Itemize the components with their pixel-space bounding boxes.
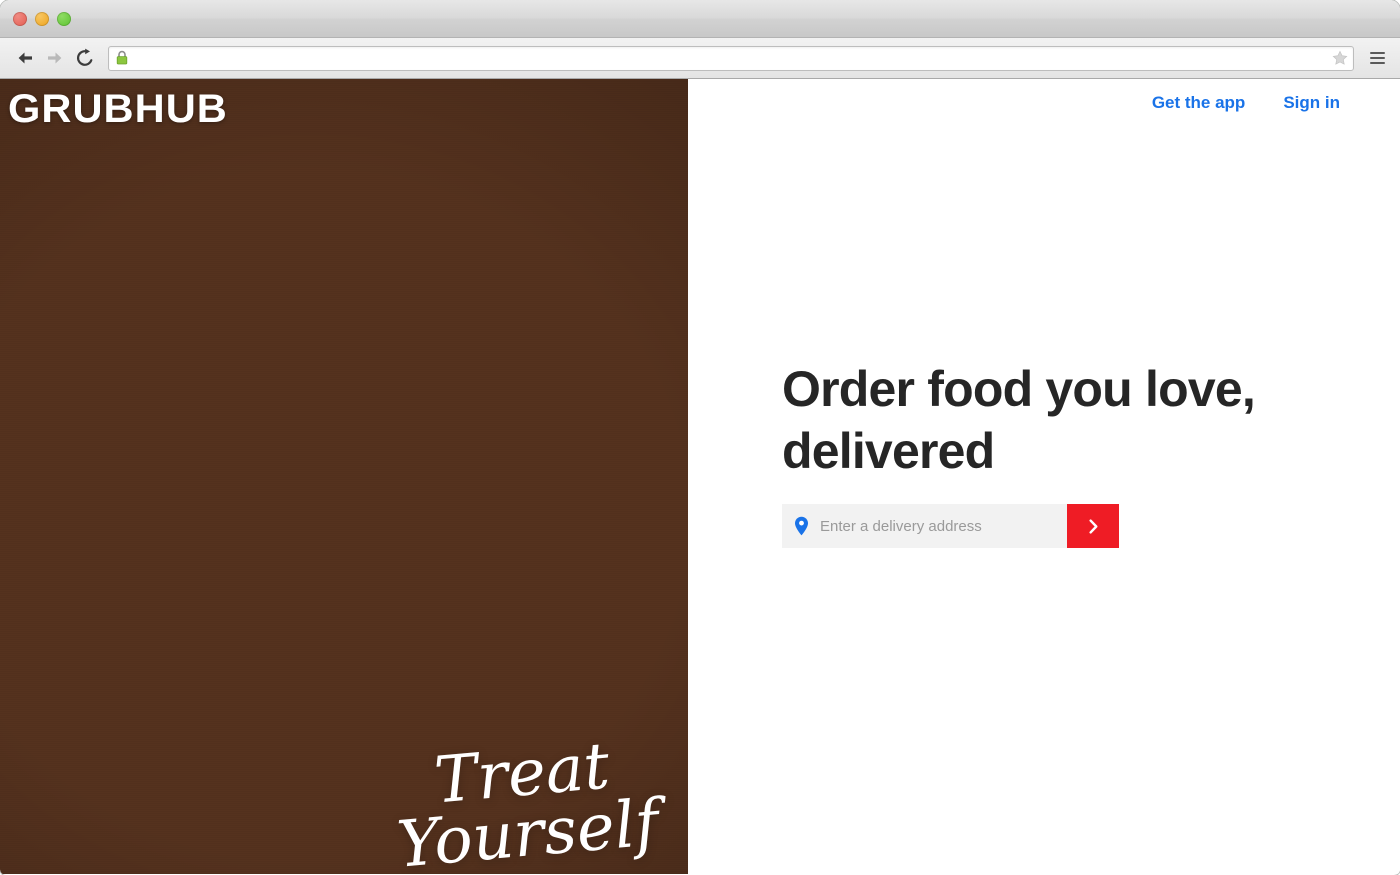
close-window-button[interactable]: [13, 12, 27, 26]
secure-lock-icon: [116, 50, 128, 65]
browser-menu-button[interactable]: [1364, 43, 1390, 73]
browser-toolbar: [0, 38, 1400, 79]
hero-image-panel: GRUBHUB Treat Yourself: [0, 79, 688, 874]
reload-icon: [76, 48, 93, 66]
grubhub-logo[interactable]: GRUBHUB: [8, 89, 228, 129]
content-panel: Get the app Sign in Order food you love,…: [688, 79, 1400, 874]
location-pin-icon: [795, 516, 808, 536]
window-titlebar: [0, 0, 1400, 38]
site-navigation: Get the app Sign in: [1152, 93, 1340, 113]
search-input[interactable]: [809, 504, 1067, 548]
delivery-address-form: [782, 504, 1119, 548]
address-input-wrapper[interactable]: [782, 504, 1067, 548]
browser-window: GRUBHUB Treat Yourself Get the app Sign …: [0, 0, 1400, 875]
hamburger-menu-icon-line2: [1369, 57, 1385, 59]
back-arrow-icon: [18, 52, 32, 64]
reload-button[interactable]: [70, 43, 100, 73]
chevron-right-icon: [1088, 518, 1097, 534]
nav-get-the-app[interactable]: Get the app: [1152, 93, 1246, 113]
address-submit-button[interactable]: [1067, 504, 1119, 548]
page-viewport: GRUBHUB Treat Yourself Get the app Sign …: [0, 79, 1400, 874]
photo-vignette-overlay: [0, 79, 688, 874]
back-button[interactable]: [10, 43, 40, 73]
hero-copy-block: Order food you love, delivered: [782, 359, 1322, 548]
address-bar[interactable]: [108, 45, 1354, 71]
nav-sign-in[interactable]: Sign in: [1283, 93, 1340, 113]
window-controls: [13, 12, 71, 26]
minimize-window-button[interactable]: [35, 12, 49, 26]
maximize-window-button[interactable]: [57, 12, 71, 26]
page-title: Order food you love, delivered: [782, 361, 1256, 479]
forward-arrow-icon: [48, 52, 62, 64]
hamburger-menu-icon-line3: [1369, 62, 1385, 64]
star-icon[interactable]: [1331, 49, 1349, 67]
forward-button[interactable]: [40, 43, 70, 73]
hamburger-menu-icon: [1369, 52, 1385, 54]
